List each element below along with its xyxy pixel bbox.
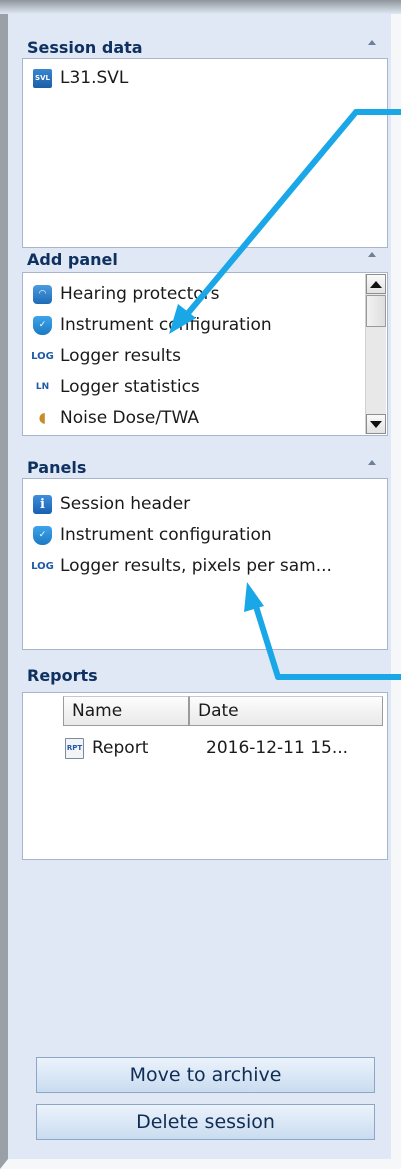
- annotation-arrowhead: [244, 582, 264, 612]
- annotation-arrow-line: [181, 109, 359, 321]
- annotation-arrows: [169, 109, 401, 680]
- annotation-arrow-line: [251, 597, 281, 680]
